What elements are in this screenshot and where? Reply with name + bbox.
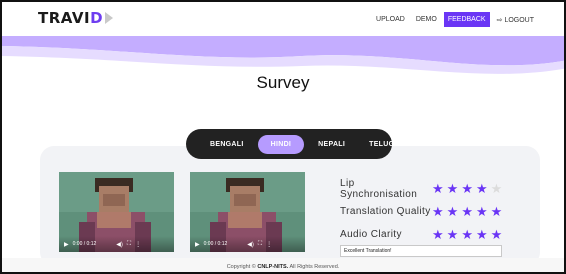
fullscreen-icon[interactable]: ⛶ <box>258 241 262 248</box>
logo-text-part1: TRAVI <box>38 9 91 27</box>
more-options-icon[interactable]: ⋮ <box>135 241 141 248</box>
feedback-input[interactable] <box>340 245 502 257</box>
star-icon[interactable]: ★ <box>491 228 503 241</box>
star-icon[interactable]: ★ <box>432 182 444 195</box>
star-icon[interactable]: ★ <box>432 228 444 241</box>
star-icon[interactable]: ★ <box>476 228 488 241</box>
rating-row-translation: Translation Quality ★ ★ ★ ★ ★ <box>340 200 505 223</box>
rating-row-audio: Audio Clarity ★ ★ ★ ★ ★ <box>340 223 505 246</box>
brand-logo[interactable]: TRAVI D <box>38 9 114 27</box>
logout-label: LOGOUT <box>504 16 534 24</box>
video-controls: ▶ 0:00 / 0:12 ◀) ⛶ ⋮ <box>190 236 305 252</box>
footer: Copyright © CNLP-NITS. All Rights Reserv… <box>2 258 564 272</box>
rating-row-lip-sync: Lip Synchronisation ★ ★ ★ ★ ★ <box>340 177 505 200</box>
tab-bengali[interactable]: BENGALI <box>200 135 254 154</box>
star-icon[interactable]: ★ <box>432 205 444 218</box>
fullscreen-icon[interactable]: ⛶ <box>127 241 131 248</box>
logout-icon: ⇨ <box>496 16 503 24</box>
nav-menu: UPLOAD DEMO FEEDBACK ⇨ LOGOUT <box>369 12 538 27</box>
rating-label: Audio Clarity <box>340 229 402 240</box>
star-icon[interactable]: ★ <box>476 182 488 195</box>
star-icon[interactable]: ★ <box>447 228 459 241</box>
footer-owner: CNLP-NITS. <box>257 264 289 270</box>
video-player-original[interactable]: ▶ 0:00 / 0:12 ◀) ⛶ ⋮ <box>59 172 174 252</box>
star-icon[interactable]: ★ <box>461 182 473 195</box>
nav-feedback-link[interactable]: FEEDBACK <box>443 12 490 27</box>
play-icon[interactable]: ▶ <box>64 241 69 248</box>
rating-label: Translation Quality <box>340 206 431 217</box>
logo-text-part2: D <box>90 9 104 27</box>
star-icon[interactable]: ★ <box>491 182 503 195</box>
star-rating: ★ ★ ★ ★ ★ <box>432 205 505 218</box>
star-icon[interactable]: ★ <box>491 205 503 218</box>
more-options-icon[interactable]: ⋮ <box>266 241 272 248</box>
language-tabs: BENGALI HINDI NEPALI TELUGU <box>186 129 399 159</box>
footer-suffix: All Rights Reserved. <box>289 264 340 270</box>
video-time: 0:00 / 0:12 <box>203 241 228 247</box>
nav-demo-link[interactable]: DEMO <box>412 13 441 26</box>
star-icon[interactable]: ★ <box>447 205 459 218</box>
app-frame: TRAVI D UPLOAD DEMO FEEDBACK ⇨ LOGOUT Surv… <box>0 0 566 274</box>
footer-prefix: Copyright © <box>226 264 256 270</box>
volume-icon[interactable]: ◀) <box>247 241 254 248</box>
navbar: TRAVI D UPLOAD DEMO FEEDBACK ⇨ LOGOUT <box>2 2 564 36</box>
video-controls: ▶ 0:00 / 0:12 ◀) ⛶ ⋮ <box>59 236 174 252</box>
video-player-translated[interactable]: ▶ 0:00 / 0:12 ◀) ⛶ ⋮ <box>190 172 305 252</box>
star-rating: ★ ★ ★ ★ ★ <box>432 182 505 195</box>
tab-telugu[interactable]: TELUGU <box>359 135 410 154</box>
star-icon[interactable]: ★ <box>447 182 459 195</box>
ratings-panel: Lip Synchronisation ★ ★ ★ ★ ★ Translation Qu… <box>340 177 505 246</box>
tab-hindi[interactable]: HINDI <box>257 134 305 154</box>
tab-nepali[interactable]: NEPALI <box>308 135 355 154</box>
star-rating: ★ ★ ★ ★ ★ <box>432 228 505 241</box>
page-title: Survey <box>256 73 310 92</box>
volume-icon[interactable]: ◀) <box>116 241 123 248</box>
play-logo-icon <box>105 12 114 24</box>
star-icon[interactable]: ★ <box>461 228 473 241</box>
rating-label: Lip Synchronisation <box>340 177 418 200</box>
nav-upload-link[interactable]: UPLOAD <box>372 13 409 26</box>
video-time: 0:00 / 0:12 <box>72 241 97 247</box>
play-icon[interactable]: ▶ <box>195 241 200 248</box>
nav-logout-link[interactable]: ⇨ LOGOUT <box>493 13 538 27</box>
star-icon[interactable]: ★ <box>461 205 473 218</box>
star-icon[interactable]: ★ <box>476 205 488 218</box>
